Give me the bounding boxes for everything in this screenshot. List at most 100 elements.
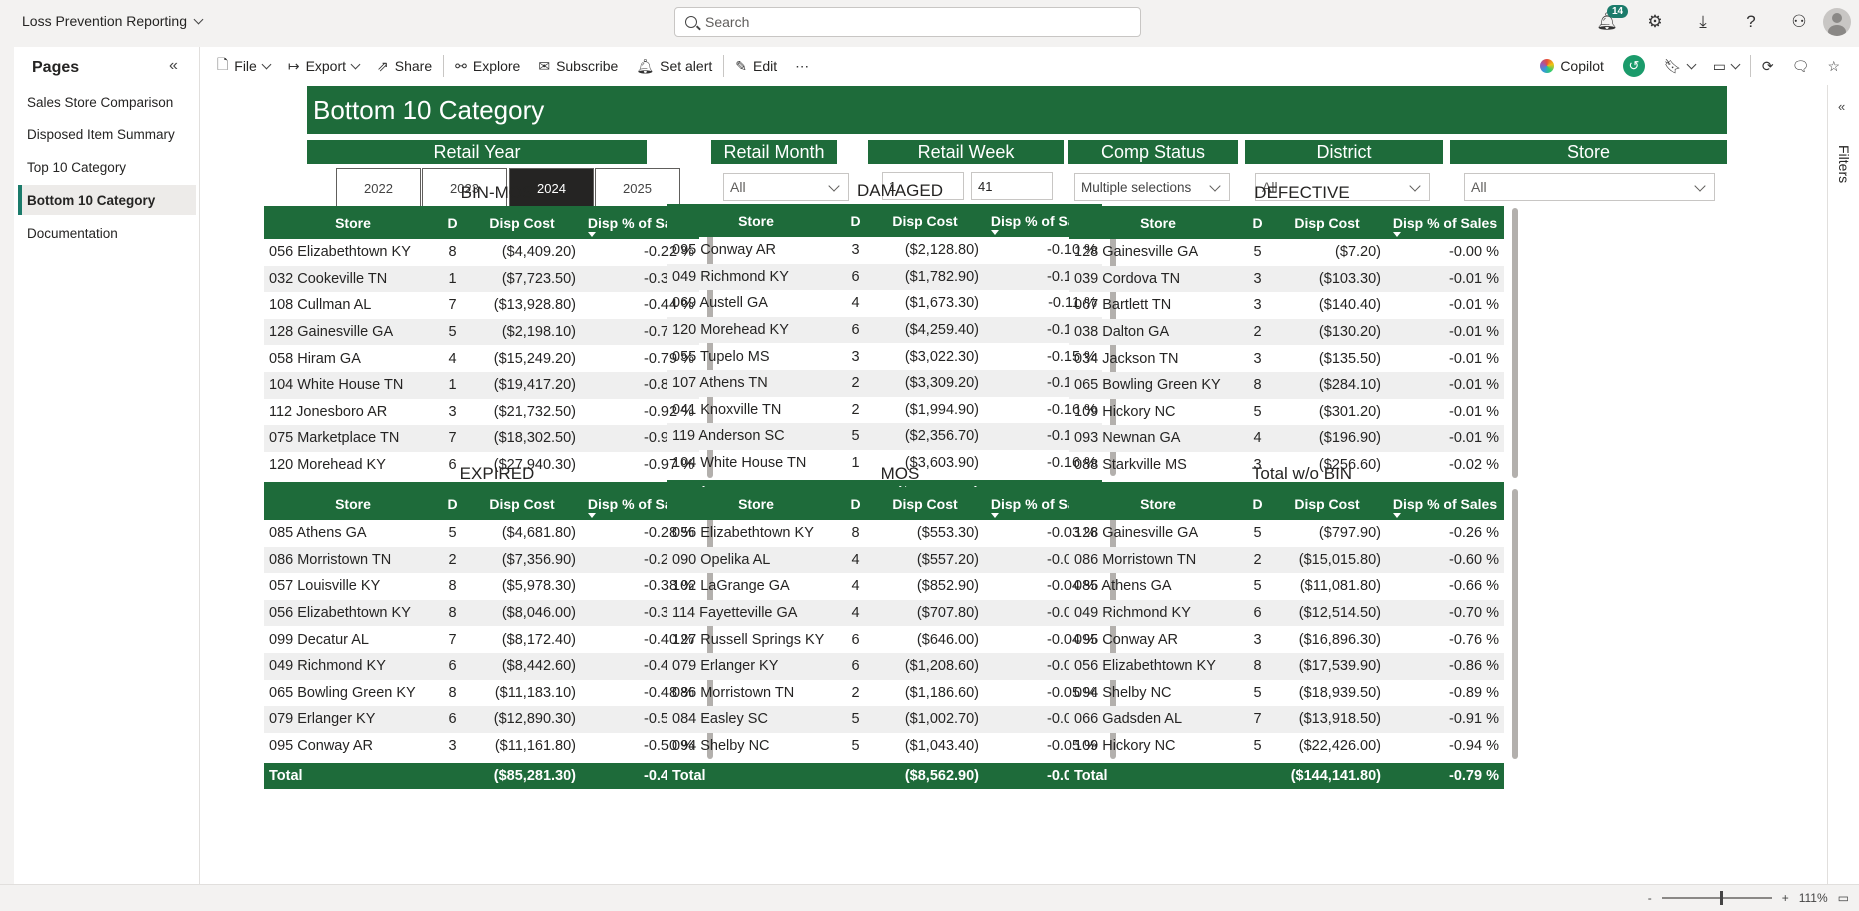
table-row[interactable]: 108 Cullman AL 7 ($13,928.80) -0.44 % bbox=[264, 292, 699, 319]
table-row[interactable]: 055 Tupelo MS 3 ($3,022.30) -0.15 % bbox=[667, 343, 1102, 370]
more-options-button[interactable]: ⋯ bbox=[786, 47, 818, 85]
bookmark-button[interactable]: 🔖︎ bbox=[1655, 47, 1704, 85]
table-row[interactable]: 128 Gainesville GA5($2,198.10)-0.71 % bbox=[264, 318, 699, 346]
edit-button[interactable]: ✎ Edit bbox=[726, 47, 786, 85]
column-header-d[interactable]: D bbox=[845, 487, 866, 520]
table-row[interactable]: 112 Jonesboro AR 3 ($21,732.50) -0.92 % bbox=[264, 399, 699, 426]
table-row[interactable]: 079 Erlanger KY6($12,890.30)-0.50 % bbox=[264, 706, 699, 733]
table-scrollbar[interactable] bbox=[1512, 208, 1518, 478]
table-row[interactable]: 049 Richmond KY 6 ($12,514.50) -0.70 % bbox=[1069, 599, 1504, 627]
table-row[interactable]: 056 Elizabethtown KY 8 ($4,409.20) -0.22 % bbox=[264, 239, 699, 266]
table-row[interactable]: 095 Conway AR 3 ($16,896.30) -0.76 % bbox=[1069, 626, 1504, 653]
share-feedback-button[interactable]: ⚇ bbox=[1775, 6, 1823, 38]
workspace-title-button[interactable]: Loss Prevention Reporting bbox=[22, 13, 204, 29]
table-row[interactable]: 120 Morehead KY6($4,259.40)-0.15 % bbox=[667, 316, 1102, 344]
table-row[interactable]: 119 Anderson SC5($2,356.70)-0.16 % bbox=[667, 423, 1102, 450]
subscribe-button[interactable]: ✉ Subscribe bbox=[529, 47, 627, 85]
fit-to-page-icon[interactable]: ▭ bbox=[1838, 891, 1849, 905]
refresh-button[interactable]: ⟳ bbox=[1753, 47, 1783, 85]
zoom-slider[interactable] bbox=[1661, 891, 1772, 905]
table-row[interactable]: 056 Elizabethtown KY 8 ($17,539.90) -0.86 % bbox=[1069, 652, 1504, 680]
copilot-button[interactable]: Copilot bbox=[1531, 47, 1613, 85]
help-button[interactable]: ? bbox=[1727, 6, 1775, 38]
table-row[interactable]: 093 Newnan GA 4 ($196.90) -0.01 % bbox=[1069, 425, 1504, 452]
file-menu[interactable]: 🗋 File bbox=[208, 47, 279, 85]
notifications-button[interactable]: 🔔︎ 14 bbox=[1583, 5, 1631, 38]
column-header-store[interactable]: Store bbox=[264, 487, 442, 520]
table-row[interactable]: 094 Shelby NC 5 ($18,939.50) -0.89 % bbox=[1069, 680, 1504, 707]
column-header-store[interactable]: Store bbox=[1069, 487, 1247, 520]
table-row[interactable]: 114 Fayetteville GA4($707.80)-0.04 % bbox=[667, 599, 1102, 627]
table-row[interactable]: 090 Opelika AL4($557.20)-0.03 % bbox=[667, 546, 1102, 574]
zoom-out-button[interactable]: - bbox=[1648, 891, 1652, 905]
table-row[interactable]: 049 Richmond KY6($8,442.60)-0.47 % bbox=[264, 652, 699, 680]
view-button[interactable]: ▭ bbox=[1704, 47, 1748, 85]
expand-filters-icon[interactable]: « bbox=[1838, 99, 1845, 114]
table-row[interactable]: 086 Morristown TN 2 ($15,015.80) -0.60 % bbox=[1069, 546, 1504, 574]
reset-icon[interactable]: ↺ bbox=[1622, 55, 1645, 77]
column-header-d[interactable]: D bbox=[442, 206, 463, 239]
table-row[interactable]: 109 Hickory NC 5 ($301.20) -0.01 % bbox=[1069, 399, 1504, 426]
filters-pane-collapsed[interactable]: « Filters bbox=[1827, 85, 1859, 884]
export-menu[interactable]: ↦ Export bbox=[279, 47, 368, 85]
collapse-pages-icon[interactable]: « bbox=[169, 57, 178, 75]
column-header-disp-cost[interactable]: Disp Cost bbox=[1268, 206, 1386, 239]
page-item-bottom-10-category[interactable]: Bottom 10 Category bbox=[18, 185, 196, 215]
set-alert-button[interactable]: 🔔︎ Set alert bbox=[627, 47, 721, 85]
table-row[interactable]: 085 Athens GA 5 ($4,681.80) -0.28 % bbox=[264, 520, 699, 547]
table-row[interactable]: 109 Hickory NC 5 ($22,426.00) -0.94 % bbox=[1069, 733, 1504, 760]
table-row[interactable]: 075 Marketplace TN7($18,302.50)-0.94 % bbox=[264, 425, 699, 452]
page-item-sales-store-comparison[interactable]: Sales Store Comparison bbox=[18, 87, 196, 117]
table-row[interactable]: 086 Morristown TN 2 ($1,186.60) -0.05 % bbox=[667, 680, 1102, 707]
page-item-documentation[interactable]: Documentation bbox=[18, 218, 196, 248]
zoom-in-button[interactable]: + bbox=[1782, 891, 1789, 905]
column-header-disp-cost[interactable]: Disp Cost bbox=[866, 487, 984, 520]
column-header-d[interactable]: D bbox=[845, 204, 866, 237]
table-row[interactable]: 056 Elizabethtown KY8($8,046.00)-0.39 % bbox=[264, 599, 699, 627]
table-row[interactable]: 099 Decatur AL 7 ($8,172.40) -0.40 % bbox=[264, 626, 699, 653]
search-input[interactable]: Search bbox=[674, 7, 1141, 37]
column-header-disp-cost[interactable]: Disp Cost bbox=[1268, 487, 1386, 520]
table-row[interactable]: 086 Morristown TN2($7,356.90)-0.29 % bbox=[264, 546, 699, 574]
column-header-disp-cost[interactable]: Disp Cost bbox=[463, 206, 581, 239]
column-header-store[interactable]: Store bbox=[667, 487, 845, 520]
table-row[interactable]: 041 Knoxville TN 2 ($1,994.90) -0.16 % bbox=[667, 397, 1102, 424]
table-row[interactable]: 049 Richmond KY6($1,782.90)-0.10 % bbox=[667, 263, 1102, 291]
table-row[interactable]: 065 Bowling Green KY 8 ($284.10) -0.01 % bbox=[1069, 371, 1504, 399]
download-button[interactable]: ⤓ bbox=[1679, 6, 1727, 38]
table-row[interactable]: 128 Gainesville GA 5 ($797.90) -0.26 % bbox=[1069, 520, 1504, 547]
explore-button[interactable]: ⚯ Explore bbox=[446, 47, 529, 85]
page-item-top-10-category[interactable]: Top 10 Category bbox=[18, 152, 196, 182]
table-row[interactable]: 038 Dalton GA 2 ($130.20) -0.01 % bbox=[1069, 318, 1504, 346]
settings-button[interactable]: ⚙ bbox=[1631, 6, 1679, 38]
column-header-disp-cost[interactable]: Disp Cost bbox=[463, 487, 581, 520]
table-row[interactable]: 095 Conway AR 3 ($11,161.80) -0.50 % bbox=[264, 733, 699, 760]
avatar[interactable] bbox=[1823, 8, 1851, 36]
column-header-store[interactable]: Store bbox=[264, 206, 442, 239]
table-row[interactable]: 102 LaGrange GA 4 ($852.90) -0.04 % bbox=[667, 573, 1102, 600]
table-row[interactable]: 067 Bartlett TN 3 ($140.40) -0.01 % bbox=[1069, 292, 1504, 319]
table-row[interactable]: 058 Hiram GA 4 ($15,249.20) -0.79 % bbox=[264, 345, 699, 372]
table-row[interactable]: 057 Louisville KY 8 ($5,978.30) -0.38 % bbox=[264, 573, 699, 600]
table-row[interactable]: 128 Gainesville GA 5 ($7.20) -0.00 % bbox=[1069, 239, 1504, 266]
column-header-disp-pct[interactable]: Disp % of Sales bbox=[1386, 206, 1504, 239]
share-button[interactable]: ⇗ Share bbox=[368, 47, 441, 85]
table-row[interactable]: 095 Conway AR 3 ($2,128.80) -0.10 % bbox=[667, 237, 1102, 264]
store-dropdown[interactable]: All bbox=[1464, 173, 1715, 201]
column-header-store[interactable]: Store bbox=[667, 204, 845, 237]
page-item-disposed-item-summary[interactable]: Disposed Item Summary bbox=[18, 119, 196, 149]
table-row[interactable]: 069 Austell GA 4 ($1,673.30) -0.11 % bbox=[667, 290, 1102, 317]
comment-button[interactable]: 🗨︎ bbox=[1783, 47, 1819, 85]
table-row[interactable]: 085 Athens GA 5 ($11,081.80) -0.66 % bbox=[1069, 573, 1504, 600]
column-header-d[interactable]: D bbox=[442, 487, 463, 520]
table-row[interactable]: 107 Athens TN2($3,309.20)-0.16 % bbox=[667, 369, 1102, 397]
column-header-d[interactable]: D bbox=[1247, 487, 1268, 520]
column-header-store[interactable]: Store bbox=[1069, 206, 1247, 239]
favorite-button[interactable]: ☆ bbox=[1818, 47, 1849, 85]
table-row[interactable]: 084 Easley SC5($1,002.70)-0.05 % bbox=[667, 706, 1102, 733]
table-row[interactable]: 032 Cookeville TN1($7,723.50)-0.38 % bbox=[264, 265, 699, 293]
table-row[interactable]: 079 Erlanger KY6($1,208.60)-0.05 % bbox=[667, 652, 1102, 680]
table-row[interactable]: 104 White House TN1($19,417.20)-0.88 % bbox=[264, 371, 699, 399]
table-row[interactable]: 056 Elizabethtown KY 8 ($553.30) -0.03 % bbox=[667, 520, 1102, 547]
table-row[interactable]: 094 Shelby NC 5 ($1,043.40) -0.05 % bbox=[667, 733, 1102, 760]
